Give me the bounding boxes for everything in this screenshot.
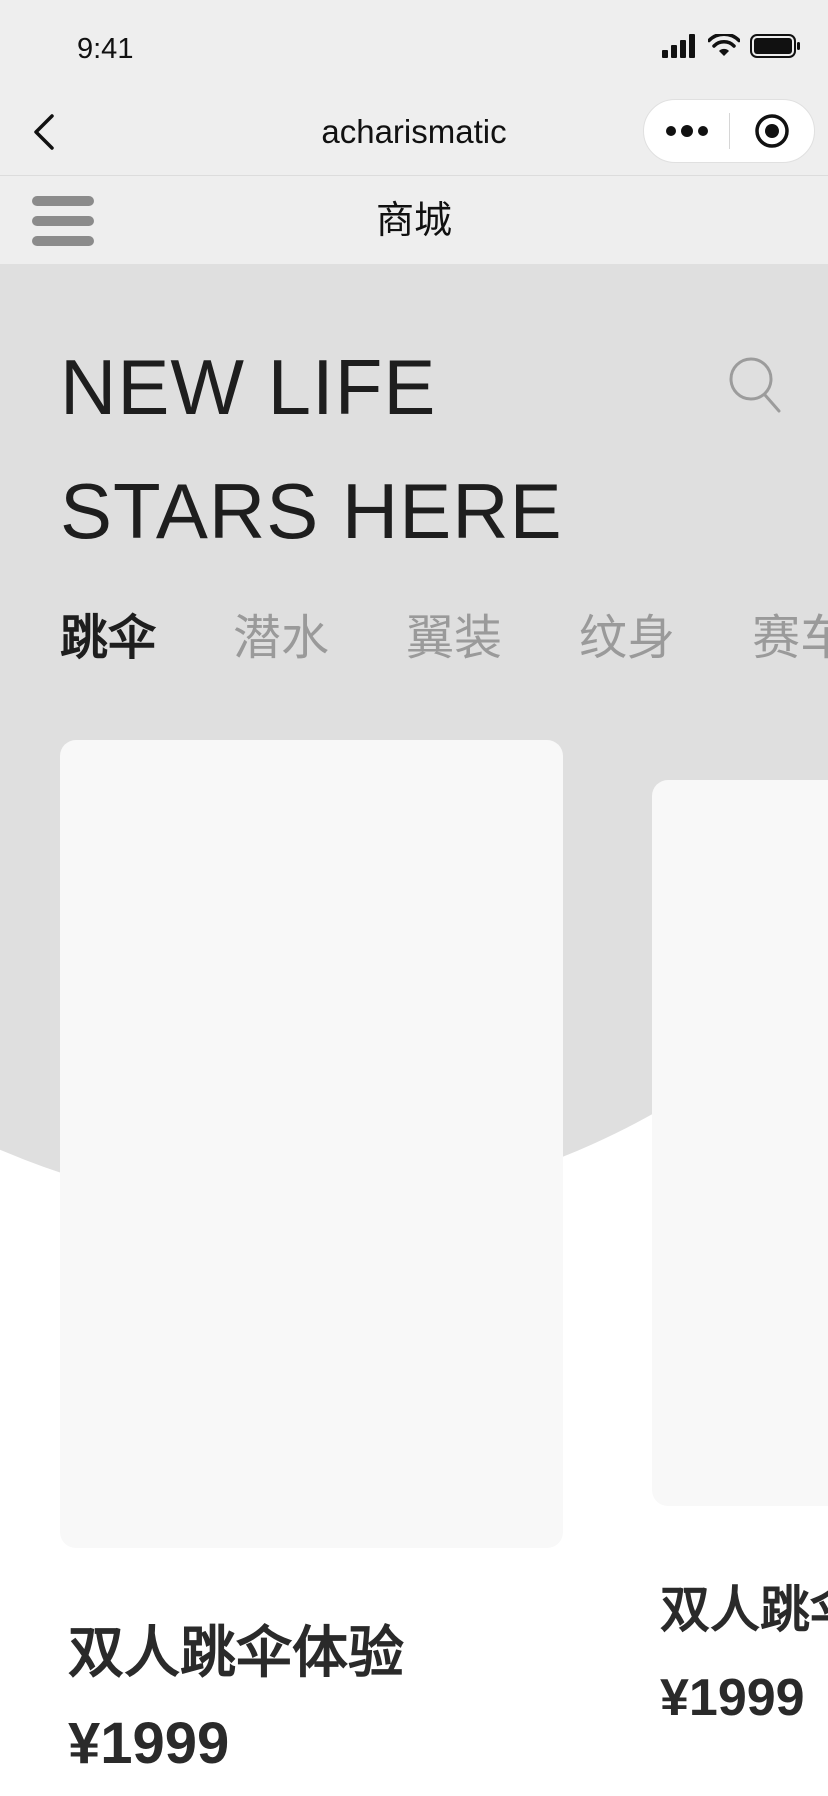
back-chevron-icon — [34, 114, 54, 150]
mini-program-capsule — [643, 99, 815, 163]
app-root: 9:41 acharismatic 商城 NEW LIFE STARS HERE… — [0, 0, 828, 1796]
tab-racing[interactable]: 赛车 — [752, 604, 828, 672]
product-card[interactable]: 双人跳伞体验 ¥1999 — [60, 740, 565, 1796]
battery-icon — [750, 34, 802, 62]
search-button[interactable] — [727, 355, 787, 415]
product-name: 双人跳伞体验 — [660, 1581, 828, 1639]
wifi-icon — [707, 32, 741, 62]
product-name: 双人跳伞体验 — [68, 1621, 404, 1686]
status-time: 9:41 — [77, 33, 134, 65]
tab-diving[interactable]: 潜水 — [233, 604, 329, 672]
search-icon — [729, 357, 781, 413]
nav-divider — [0, 175, 828, 176]
close-button[interactable] — [730, 99, 814, 163]
tab-tattoo[interactable]: 纹身 — [579, 604, 675, 672]
back-button[interactable] — [26, 108, 62, 156]
tab-wingsuit[interactable]: 翼装 — [406, 604, 502, 672]
product-image — [652, 780, 828, 1506]
category-tabs: 跳伞 潜水 翼装 纹身 赛车 — [60, 604, 828, 672]
hero-line-2: STARS HERE — [60, 467, 563, 555]
hero-headline: NEW LIFE STARS HERE — [60, 325, 563, 573]
page-header: 商城 — [0, 176, 828, 264]
tab-skydiving[interactable]: 跳伞 — [60, 604, 156, 672]
product-price: ¥1999 — [68, 1711, 230, 1776]
top-chrome: 9:41 acharismatic — [0, 0, 828, 175]
signal-icon — [662, 34, 698, 62]
status-icons — [662, 32, 802, 63]
more-button[interactable] — [644, 99, 729, 163]
page-title: 商城 — [375, 198, 452, 242]
product-price: ¥1999 — [660, 1669, 805, 1727]
hero-line-1: NEW LIFE — [60, 343, 437, 431]
product-card[interactable]: 双人跳伞体验 ¥1999 — [652, 780, 828, 1796]
product-image — [60, 740, 563, 1548]
target-close-icon — [755, 114, 789, 148]
more-dots-icon — [665, 125, 708, 137]
